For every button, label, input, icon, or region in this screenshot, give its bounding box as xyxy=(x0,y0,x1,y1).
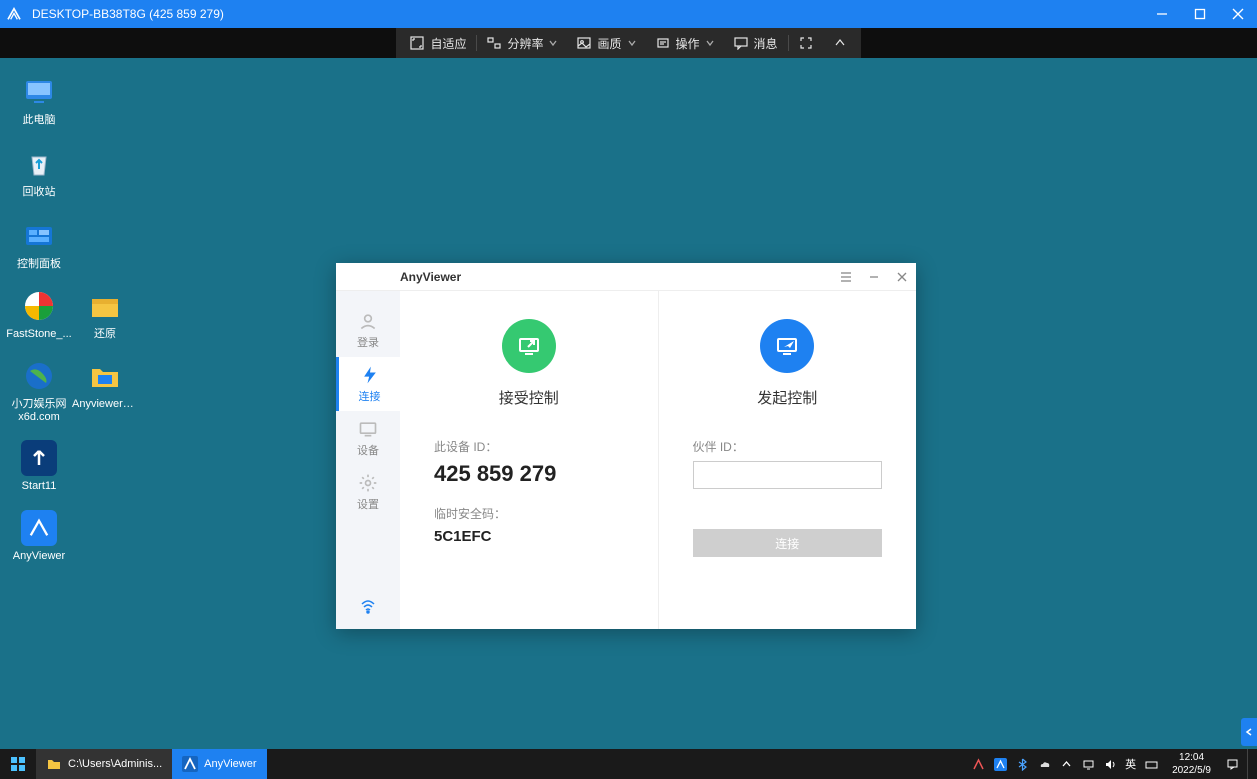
panel-icon xyxy=(21,218,57,254)
chevron-down-icon xyxy=(706,36,714,50)
taskbar-item-anyviewer[interactable]: AnyViewer xyxy=(172,749,266,779)
outer-titlebar: DESKTOP-BB38T8G (425 859 279) xyxy=(0,0,1257,28)
sidebar-item-device[interactable]: 设备 xyxy=(336,411,400,465)
tray-overflow-icon[interactable] xyxy=(1059,757,1073,771)
faststone-icon xyxy=(21,288,57,324)
desktop-icon-anyviewer[interactable]: AnyViewer xyxy=(6,510,72,563)
desktop-icon-faststone[interactable]: FastStone_... xyxy=(6,288,72,341)
gear-icon xyxy=(358,473,378,493)
fit-button[interactable]: 自适应 xyxy=(400,28,476,58)
close-button[interactable] xyxy=(888,263,916,291)
taskbar-item-explorer[interactable]: C:\Users\Adminis... xyxy=(36,749,172,779)
fit-icon xyxy=(410,36,424,50)
tray-onedrive-icon[interactable] xyxy=(1037,757,1051,771)
initiate-icon xyxy=(760,319,814,373)
user-icon xyxy=(358,311,378,331)
remote-taskbar: C:\Users\Adminis... AnyViewer 英 12:04 20… xyxy=(0,749,1257,779)
fullscreen-button[interactable] xyxy=(789,28,823,58)
anyviewer-brand: AnyViewer xyxy=(400,270,461,284)
pc-icon xyxy=(21,74,57,110)
globe-icon xyxy=(21,358,57,394)
quality-button[interactable]: 画质 xyxy=(567,28,645,58)
sidebar-item-settings[interactable]: 设置 xyxy=(336,465,400,519)
device-id-value: 425 859 279 xyxy=(434,461,624,487)
tray-volume-icon[interactable] xyxy=(1103,757,1117,771)
system-tray: 英 12:04 2022/5/9 xyxy=(971,749,1257,779)
sidebar-item-connect[interactable]: 连接 xyxy=(336,357,400,411)
anyviewer-icon xyxy=(182,756,198,772)
anyviewer-window: AnyViewer 登录 连接 设备 xyxy=(336,263,916,629)
close-button[interactable] xyxy=(1219,0,1257,28)
monitor-icon xyxy=(358,419,378,439)
remote-desktop[interactable]: 此电脑 回收站 控制面板 FastStone_... 小刀娱乐网x6d.com … xyxy=(0,58,1257,779)
wifi-status-icon xyxy=(360,598,376,619)
folder-icon xyxy=(46,756,62,772)
maximize-button[interactable] xyxy=(1181,0,1219,28)
desktop-icon-control-panel[interactable]: 控制面板 xyxy=(6,218,72,271)
desktop-icon-anyviewer-folder[interactable]: Anyviewer_... xyxy=(72,358,138,411)
fullscreen-icon xyxy=(799,36,813,50)
partner-id-input[interactable] xyxy=(693,461,883,489)
tray-bluetooth-icon[interactable] xyxy=(1015,757,1029,771)
tray-notifications-icon[interactable] xyxy=(1225,757,1239,771)
operate-icon xyxy=(656,36,670,50)
operate-button[interactable]: 操作 xyxy=(646,28,724,58)
folder-icon xyxy=(87,358,123,394)
remote-toolbar: 自适应 分辨率 画质 操作 消息 xyxy=(0,28,1257,58)
tray-ime[interactable]: 英 xyxy=(1125,756,1136,772)
message-icon xyxy=(734,36,748,50)
desktop-icon-start11[interactable]: Start11 xyxy=(6,440,72,493)
collapse-toolbar-button[interactable] xyxy=(823,28,857,58)
partner-id-label: 伙伴 ID： xyxy=(693,438,883,455)
image-icon xyxy=(577,36,591,50)
initiate-control-panel: 发起控制 伙伴 ID： 连接 xyxy=(659,291,917,629)
desktop-icon-restore[interactable]: 还原 xyxy=(72,288,138,341)
tray-anyviewer-icon[interactable] xyxy=(993,757,1007,771)
menu-button[interactable] xyxy=(832,263,860,291)
start11-icon xyxy=(21,440,57,476)
minimize-button[interactable] xyxy=(860,263,888,291)
security-code-value: 5C1EFC xyxy=(434,528,624,545)
resolution-button[interactable]: 分辨率 xyxy=(477,28,567,58)
recycle-icon xyxy=(21,146,57,182)
tray-clock[interactable]: 12:04 2022/5/9 xyxy=(1166,751,1217,777)
accept-title: 接受控制 xyxy=(434,387,624,408)
connect-button[interactable]: 连接 xyxy=(693,529,883,557)
tray-keyboard-icon[interactable] xyxy=(1144,757,1158,771)
accept-control-panel: 接受控制 此设备 ID： 425 859 279 临时安全码： 5C1EFC xyxy=(400,291,659,629)
tray-app-icon[interactable] xyxy=(971,757,985,771)
show-desktop-button[interactable] xyxy=(1247,749,1253,779)
anyviewer-titlebar: AnyViewer xyxy=(336,263,916,291)
desktop-icon-recycle-bin[interactable]: 回收站 xyxy=(6,146,72,199)
initiate-title: 发起控制 xyxy=(693,387,883,408)
message-button[interactable]: 消息 xyxy=(724,28,788,58)
folder-icon xyxy=(87,288,123,324)
accept-icon xyxy=(502,319,556,373)
anyviewer-logo-icon xyxy=(0,0,28,28)
desktop-icon-xiaodao[interactable]: 小刀娱乐网x6d.com xyxy=(6,358,72,424)
desktop-icon-this-pc[interactable]: 此电脑 xyxy=(6,74,72,127)
start-button[interactable] xyxy=(0,749,36,779)
device-id-label: 此设备 ID： xyxy=(434,438,624,455)
anyviewer-icon xyxy=(21,510,57,546)
sidebar-item-login[interactable]: 登录 xyxy=(336,303,400,357)
side-expand-button[interactable] xyxy=(1241,718,1257,746)
tray-network-icon[interactable] xyxy=(1081,757,1095,771)
anyviewer-sidebar: 登录 连接 设备 设置 xyxy=(336,291,400,629)
chevron-down-icon xyxy=(549,36,557,50)
security-code-label: 临时安全码： xyxy=(434,505,624,522)
bolt-icon xyxy=(360,365,380,385)
window-title: DESKTOP-BB38T8G (425 859 279) xyxy=(28,7,1143,21)
chevron-up-icon xyxy=(833,36,847,50)
chevron-down-icon xyxy=(628,36,636,50)
resolution-icon xyxy=(487,36,501,50)
minimize-button[interactable] xyxy=(1143,0,1181,28)
